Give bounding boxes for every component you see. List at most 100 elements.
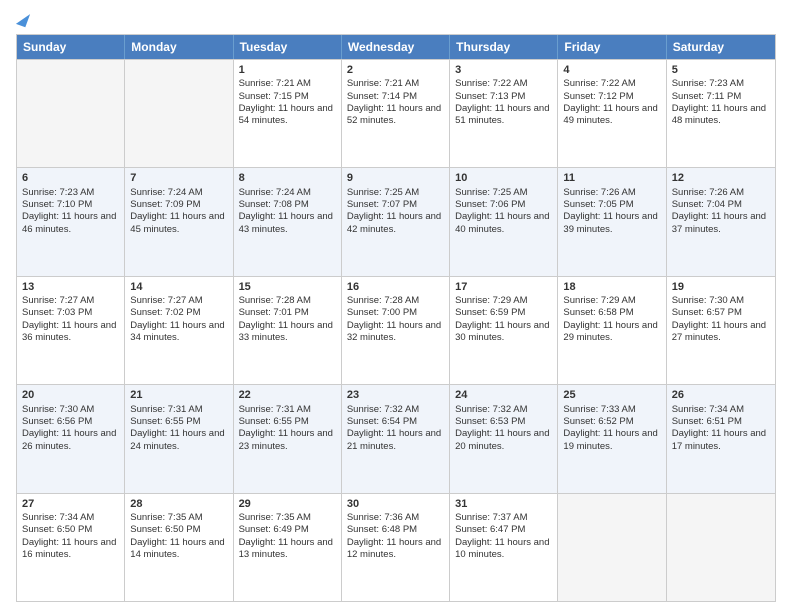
- day-cell-24: 24Sunrise: 7:32 AMSunset: 6:53 PMDayligh…: [450, 385, 558, 492]
- day-cell-4: 4Sunrise: 7:22 AMSunset: 7:12 PMDaylight…: [558, 60, 666, 167]
- day-cell-10: 10Sunrise: 7:25 AMSunset: 7:06 PMDayligh…: [450, 168, 558, 275]
- day-cell-22: 22 Sunrise: 7:31 AMSunset: 6:55 PMDayligh…: [234, 385, 342, 492]
- sunrise-time: Sunrise: 7:28 AM: [239, 295, 311, 306]
- daylight-hours: Daylight: 11 hours and 21 minutes.: [347, 428, 441, 451]
- daylight-hours: Daylight: 11 hours and 32 minutes.: [347, 320, 441, 343]
- sunset-time: Sunset: 7:04 PM: [672, 199, 742, 210]
- sunset-time: Sunset: 7:08 PM: [239, 199, 309, 210]
- day-cell-25: 25Sunrise: 7:33 AMSunset: 6:52 PMDayligh…: [558, 385, 666, 492]
- day-number: 24: [455, 388, 552, 402]
- day-cell-20: 20Sunrise: 7:30 AMSunset: 6:56 PMDayligh…: [17, 385, 125, 492]
- page: SundayMondayTuesdayWednesdayThursdayFrid…: [0, 0, 792, 612]
- sunset-time: Sunset: 6:47 PM: [455, 524, 525, 535]
- sunrise-time: Sunrise: 7:30 AM: [672, 295, 744, 306]
- sunrise-time: Sunrise: 7:32 AM: [455, 404, 527, 415]
- day-number: 23: [347, 388, 444, 402]
- sunrise-time: Sunrise: 7:28 AM: [347, 295, 419, 306]
- sunrise-time: Sunrise: 7:27 AM: [130, 295, 202, 306]
- sunset-time: Sunset: 6:57 PM: [672, 307, 742, 318]
- day-number: 30: [347, 497, 444, 511]
- day-number: 7: [130, 171, 227, 185]
- day-of-week-sunday: Sunday: [17, 35, 125, 59]
- day-cell-16: 16Sunrise: 7:28 AMSunset: 7:00 PM Dayligh…: [342, 277, 450, 384]
- daylight-hours: Daylight: 11 hours and 49 minutes.: [563, 103, 657, 126]
- sunset-time: Sunset: 6:50 PM: [130, 524, 200, 535]
- sunrise-time: Sunrise: 7:31 AM: [239, 404, 311, 415]
- day-number: 28: [130, 497, 227, 511]
- day-number: 16: [347, 280, 444, 294]
- daylight-hours: Daylight: 11 hours and 13 minutes.: [239, 537, 333, 560]
- empty-cell: [558, 494, 666, 601]
- week-row-2: 6Sunrise: 7:23 AMSunset: 7:10 PMDaylight…: [17, 167, 775, 275]
- daylight-hours: Daylight: 11 hours and 29 minutes.: [563, 320, 657, 343]
- sunset-time: Sunset: 6:59 PM: [455, 307, 525, 318]
- day-number: 6: [22, 171, 119, 185]
- daylight-hours: Daylight: 11 hours and 45 minutes.: [130, 211, 224, 234]
- logo-triangle-icon: [16, 11, 30, 28]
- daylight-hours: Daylight: 11 hours and 54 minutes.: [239, 103, 333, 126]
- sunrise-time: Sunrise: 7:36 AM: [347, 512, 419, 523]
- sunrise-time: Sunrise: 7:22 AM: [455, 78, 527, 89]
- daylight-hours: Daylight: 11 hours and 10 minutes.: [455, 537, 549, 560]
- day-number: 12: [672, 171, 770, 185]
- day-cell-6: 6Sunrise: 7:23 AMSunset: 7:10 PMDaylight…: [17, 168, 125, 275]
- sunset-time: Sunset: 7:01 PM: [239, 307, 309, 318]
- empty-cell: [667, 494, 775, 601]
- daylight-hours: Daylight: 11 hours and 24 minutes.: [130, 428, 224, 451]
- sunset-time: Sunset: 6:54 PM: [347, 416, 417, 427]
- sunset-time: Sunset: 6:56 PM: [22, 416, 92, 427]
- day-number: 14: [130, 280, 227, 294]
- daylight-hours: Daylight: 11 hours and 39 minutes.: [563, 211, 657, 234]
- day-cell-9: 9Sunrise: 7:25 AMSunset: 7:07 PMDaylight…: [342, 168, 450, 275]
- sunrise-time: Sunrise: 7:21 AM: [239, 78, 311, 89]
- week-row-1: 1Sunrise: 7:21 AMSunset: 7:15 PMDaylight…: [17, 59, 775, 167]
- sunset-time: Sunset: 7:07 PM: [347, 199, 417, 210]
- day-number: 29: [239, 497, 336, 511]
- daylight-hours: Daylight: 11 hours and 42 minutes.: [347, 211, 441, 234]
- daylight-hours: Daylight: 11 hours and 37 minutes.: [672, 211, 766, 234]
- day-of-week-saturday: Saturday: [667, 35, 775, 59]
- sunset-time: Sunset: 7:00 PM: [347, 307, 417, 318]
- sunset-time: Sunset: 7:10 PM: [22, 199, 92, 210]
- day-number: 22: [239, 388, 336, 402]
- day-number: 2: [347, 63, 444, 77]
- day-of-week-wednesday: Wednesday: [342, 35, 450, 59]
- day-number: 8: [239, 171, 336, 185]
- sunrise-time: Sunrise: 7:33 AM: [563, 404, 635, 415]
- day-cell-30: 30Sunrise: 7:36 AMSunset: 6:48 PMDayligh…: [342, 494, 450, 601]
- day-cell-14: 14Sunrise: 7:27 AMSunset: 7:02 PMDayligh…: [125, 277, 233, 384]
- sunset-time: Sunset: 6:58 PM: [563, 307, 633, 318]
- daylight-hours: Daylight: 11 hours and 34 minutes.: [130, 320, 224, 343]
- sunset-time: Sunset: 6:55 PM: [239, 416, 309, 427]
- day-of-week-tuesday: Tuesday: [234, 35, 342, 59]
- day-cell-21: 21Sunrise: 7:31 AMSunset: 6:55 PMDayligh…: [125, 385, 233, 492]
- day-cell-18: 18Sunrise: 7:29 AMSunset: 6:58 PMDayligh…: [558, 277, 666, 384]
- day-number: 26: [672, 388, 770, 402]
- day-cell-23: 23 Sunrise: 7:32 AMSunset: 6:54 PMDayligh…: [342, 385, 450, 492]
- sunset-time: Sunset: 7:05 PM: [563, 199, 633, 210]
- daylight-hours: Daylight: 11 hours and 20 minutes.: [455, 428, 549, 451]
- day-number: 21: [130, 388, 227, 402]
- sunrise-time: Sunrise: 7:24 AM: [130, 187, 202, 198]
- day-number: 11: [563, 171, 660, 185]
- day-cell-17: 17Sunrise: 7:29 AMSunset: 6:59 PMDayligh…: [450, 277, 558, 384]
- sunrise-time: Sunrise: 7:34 AM: [22, 512, 94, 523]
- sunrise-time: Sunrise: 7:32 AM: [347, 404, 419, 415]
- daylight-hours: Daylight: 11 hours and 12 minutes.: [347, 537, 441, 560]
- week-row-3: 13Sunrise: 7:27 AMSunset: 7:03 PMDayligh…: [17, 276, 775, 384]
- day-cell-29: 29Sunrise: 7:35 AMSunset: 6:49 PMDayligh…: [234, 494, 342, 601]
- week-row-4: 20Sunrise: 7:30 AMSunset: 6:56 PMDayligh…: [17, 384, 775, 492]
- day-number: 13: [22, 280, 119, 294]
- daylight-hours: Daylight: 11 hours and 14 minutes.: [130, 537, 224, 560]
- daylight-hours: Daylight: 11 hours and 23 minutes.: [239, 428, 333, 451]
- sunrise-time: Sunrise: 7:27 AM: [22, 295, 94, 306]
- sunset-time: Sunset: 6:50 PM: [22, 524, 92, 535]
- day-number: 15: [239, 280, 336, 294]
- sunset-time: Sunset: 6:51 PM: [672, 416, 742, 427]
- day-number: 18: [563, 280, 660, 294]
- day-cell-13: 13Sunrise: 7:27 AMSunset: 7:03 PMDayligh…: [17, 277, 125, 384]
- day-number: 1: [239, 63, 336, 77]
- day-cell-28: 28Sunrise: 7:35 AMSunset: 6:50 PMDayligh…: [125, 494, 233, 601]
- sunset-time: Sunset: 7:03 PM: [22, 307, 92, 318]
- day-number: 9: [347, 171, 444, 185]
